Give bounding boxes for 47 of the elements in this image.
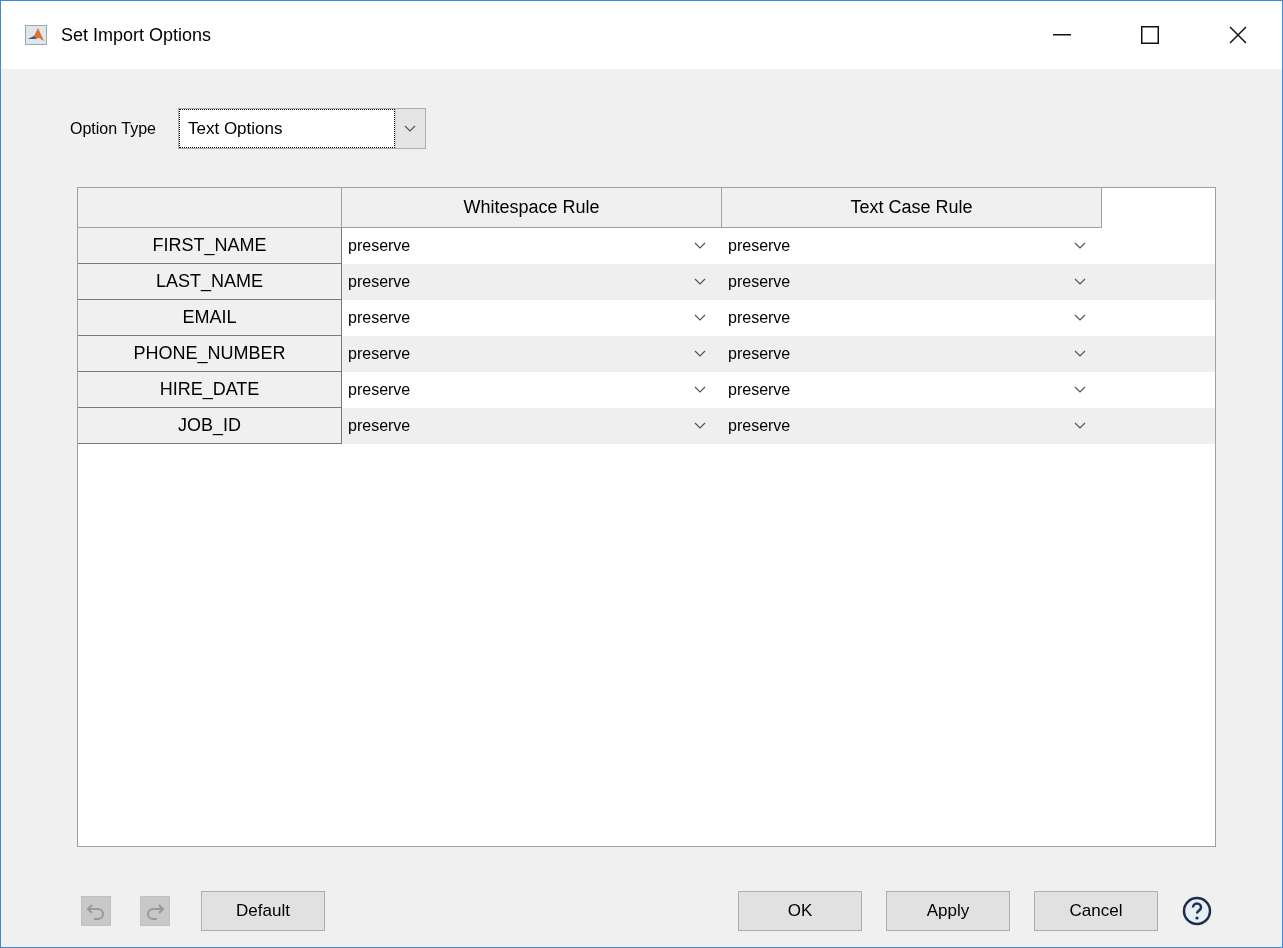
window-title: Set Import Options: [61, 23, 212, 47]
column-header: Whitespace Rule: [342, 188, 722, 228]
rule-dropdown[interactable]: preserve: [342, 336, 722, 372]
chevron-down-icon: [694, 350, 706, 358]
chevron-down-icon: [694, 386, 706, 394]
rule-dropdown[interactable]: preserve: [722, 336, 1102, 372]
undo-arrow-icon: [86, 902, 106, 920]
close-icon: [1229, 26, 1247, 44]
chevron-down-icon: [1074, 242, 1086, 250]
default-button[interactable]: Default: [201, 891, 325, 931]
rule-dropdown[interactable]: preserve: [342, 264, 722, 300]
rule-dropdown[interactable]: preserve: [342, 228, 722, 264]
option-type-label: Option Type: [70, 118, 156, 139]
row-header: PHONE_NUMBER: [78, 336, 342, 372]
rule-dropdown[interactable]: preserve: [342, 408, 722, 444]
chevron-down-icon: [694, 422, 706, 430]
chevron-down-icon: [694, 278, 706, 286]
chevron-down-icon: [1074, 422, 1086, 430]
row-header: EMAIL: [78, 300, 342, 336]
rule-dropdown[interactable]: preserve: [722, 264, 1102, 300]
chevron-down-icon: [694, 314, 706, 322]
column-header: Text Case Rule: [722, 188, 1102, 228]
row-header: JOB_ID: [78, 408, 342, 444]
option-type-dropdown[interactable]: Text Options: [178, 108, 426, 149]
dialog-button[interactable]: Cancel: [1034, 891, 1158, 931]
row-header: FIRST_NAME: [78, 228, 342, 264]
rule-dropdown[interactable]: preserve: [722, 300, 1102, 336]
chevron-down-icon: [1074, 350, 1086, 358]
chevron-down-icon: [1074, 278, 1086, 286]
app-logo-icon: [25, 25, 47, 45]
row-header: HIRE_DATE: [78, 372, 342, 408]
chevron-down-icon: [1074, 314, 1086, 322]
chevron-down-icon: [1074, 386, 1086, 394]
chevron-down-icon: [694, 242, 706, 250]
redo-arrow-icon: [145, 902, 165, 920]
help-icon: [1182, 896, 1212, 926]
maximize-icon: [1141, 26, 1159, 44]
dialog-button[interactable]: Apply: [886, 891, 1010, 931]
rule-dropdown[interactable]: preserve: [342, 372, 722, 408]
help-button[interactable]: [1180, 894, 1214, 928]
rule-dropdown[interactable]: preserve: [342, 300, 722, 336]
row-header: LAST_NAME: [78, 264, 342, 300]
rule-dropdown[interactable]: preserve: [722, 228, 1102, 264]
rule-dropdown[interactable]: preserve: [722, 372, 1102, 408]
rule-dropdown[interactable]: preserve: [722, 408, 1102, 444]
minimize-icon: [1053, 34, 1071, 36]
dialog-button[interactable]: OK: [738, 891, 862, 931]
